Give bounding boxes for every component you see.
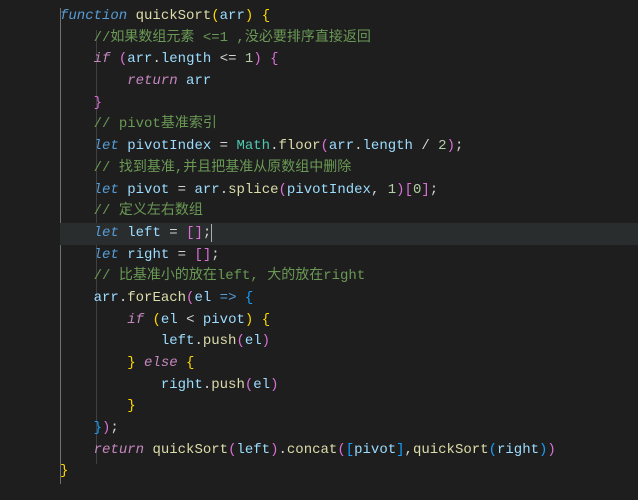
comment: // 找到基准,并且把基准从原数组中删除 (94, 160, 352, 176)
code-line[interactable]: if (el < pivot) { (60, 310, 638, 332)
comment: //如果数组元素 <=1 ,没必要排序直接返回 (94, 30, 371, 46)
code-line[interactable]: return arr (60, 71, 638, 93)
code-line[interactable]: let pivot = arr.splice(pivotIndex, 1)[0]… (60, 180, 638, 202)
text-cursor (211, 224, 212, 242)
code-line[interactable]: return quickSort(left).concat([pivot],qu… (60, 440, 638, 462)
code-line[interactable]: } else { (60, 353, 638, 375)
code-line[interactable]: // pivot基准索引 (60, 114, 638, 136)
comment: // 定义左右数组 (94, 203, 203, 219)
code-line[interactable]: }); (60, 418, 638, 440)
code-line-active[interactable]: let left = []; (60, 223, 638, 245)
keyword-else: else (144, 355, 178, 371)
code-line[interactable]: } (60, 396, 638, 418)
keyword-return: return (94, 442, 144, 458)
code-line[interactable]: } (60, 93, 638, 115)
keyword-if: if (127, 312, 144, 328)
code-line[interactable]: left.push(el) (60, 331, 638, 353)
code-line[interactable]: //如果数组元素 <=1 ,没必要排序直接返回 (60, 28, 638, 50)
code-line[interactable]: // 比基准小的放在left, 大的放在right (60, 266, 638, 288)
keyword-let: let (94, 138, 119, 154)
keyword-let: let (94, 247, 119, 263)
code-line[interactable]: arr.forEach(el => { (60, 288, 638, 310)
param-arr: arr (220, 8, 245, 24)
code-line[interactable]: } (60, 461, 638, 483)
keyword-return: return (127, 73, 177, 89)
comment: // pivot基准索引 (94, 116, 217, 132)
comment: // 比基准小的放在left, 大的放在right (94, 268, 366, 284)
code-line[interactable]: function quickSort(arr) { (60, 6, 638, 28)
code-line[interactable]: // 定义左右数组 (60, 201, 638, 223)
function-name: quickSort (136, 8, 212, 24)
code-line[interactable]: right.push(el) (60, 375, 638, 397)
code-line[interactable]: let right = []; (60, 245, 638, 267)
keyword-let: let (94, 182, 119, 198)
code-line[interactable]: let pivotIndex = Math.floor(arr.length /… (60, 136, 638, 158)
code-line[interactable]: if (arr.length <= 1) { (60, 49, 638, 71)
keyword-function: function (60, 8, 127, 24)
keyword-let: let (94, 225, 119, 241)
code-line[interactable]: // 找到基准,并且把基准从原数组中删除 (60, 158, 638, 180)
keyword-if: if (94, 51, 111, 67)
